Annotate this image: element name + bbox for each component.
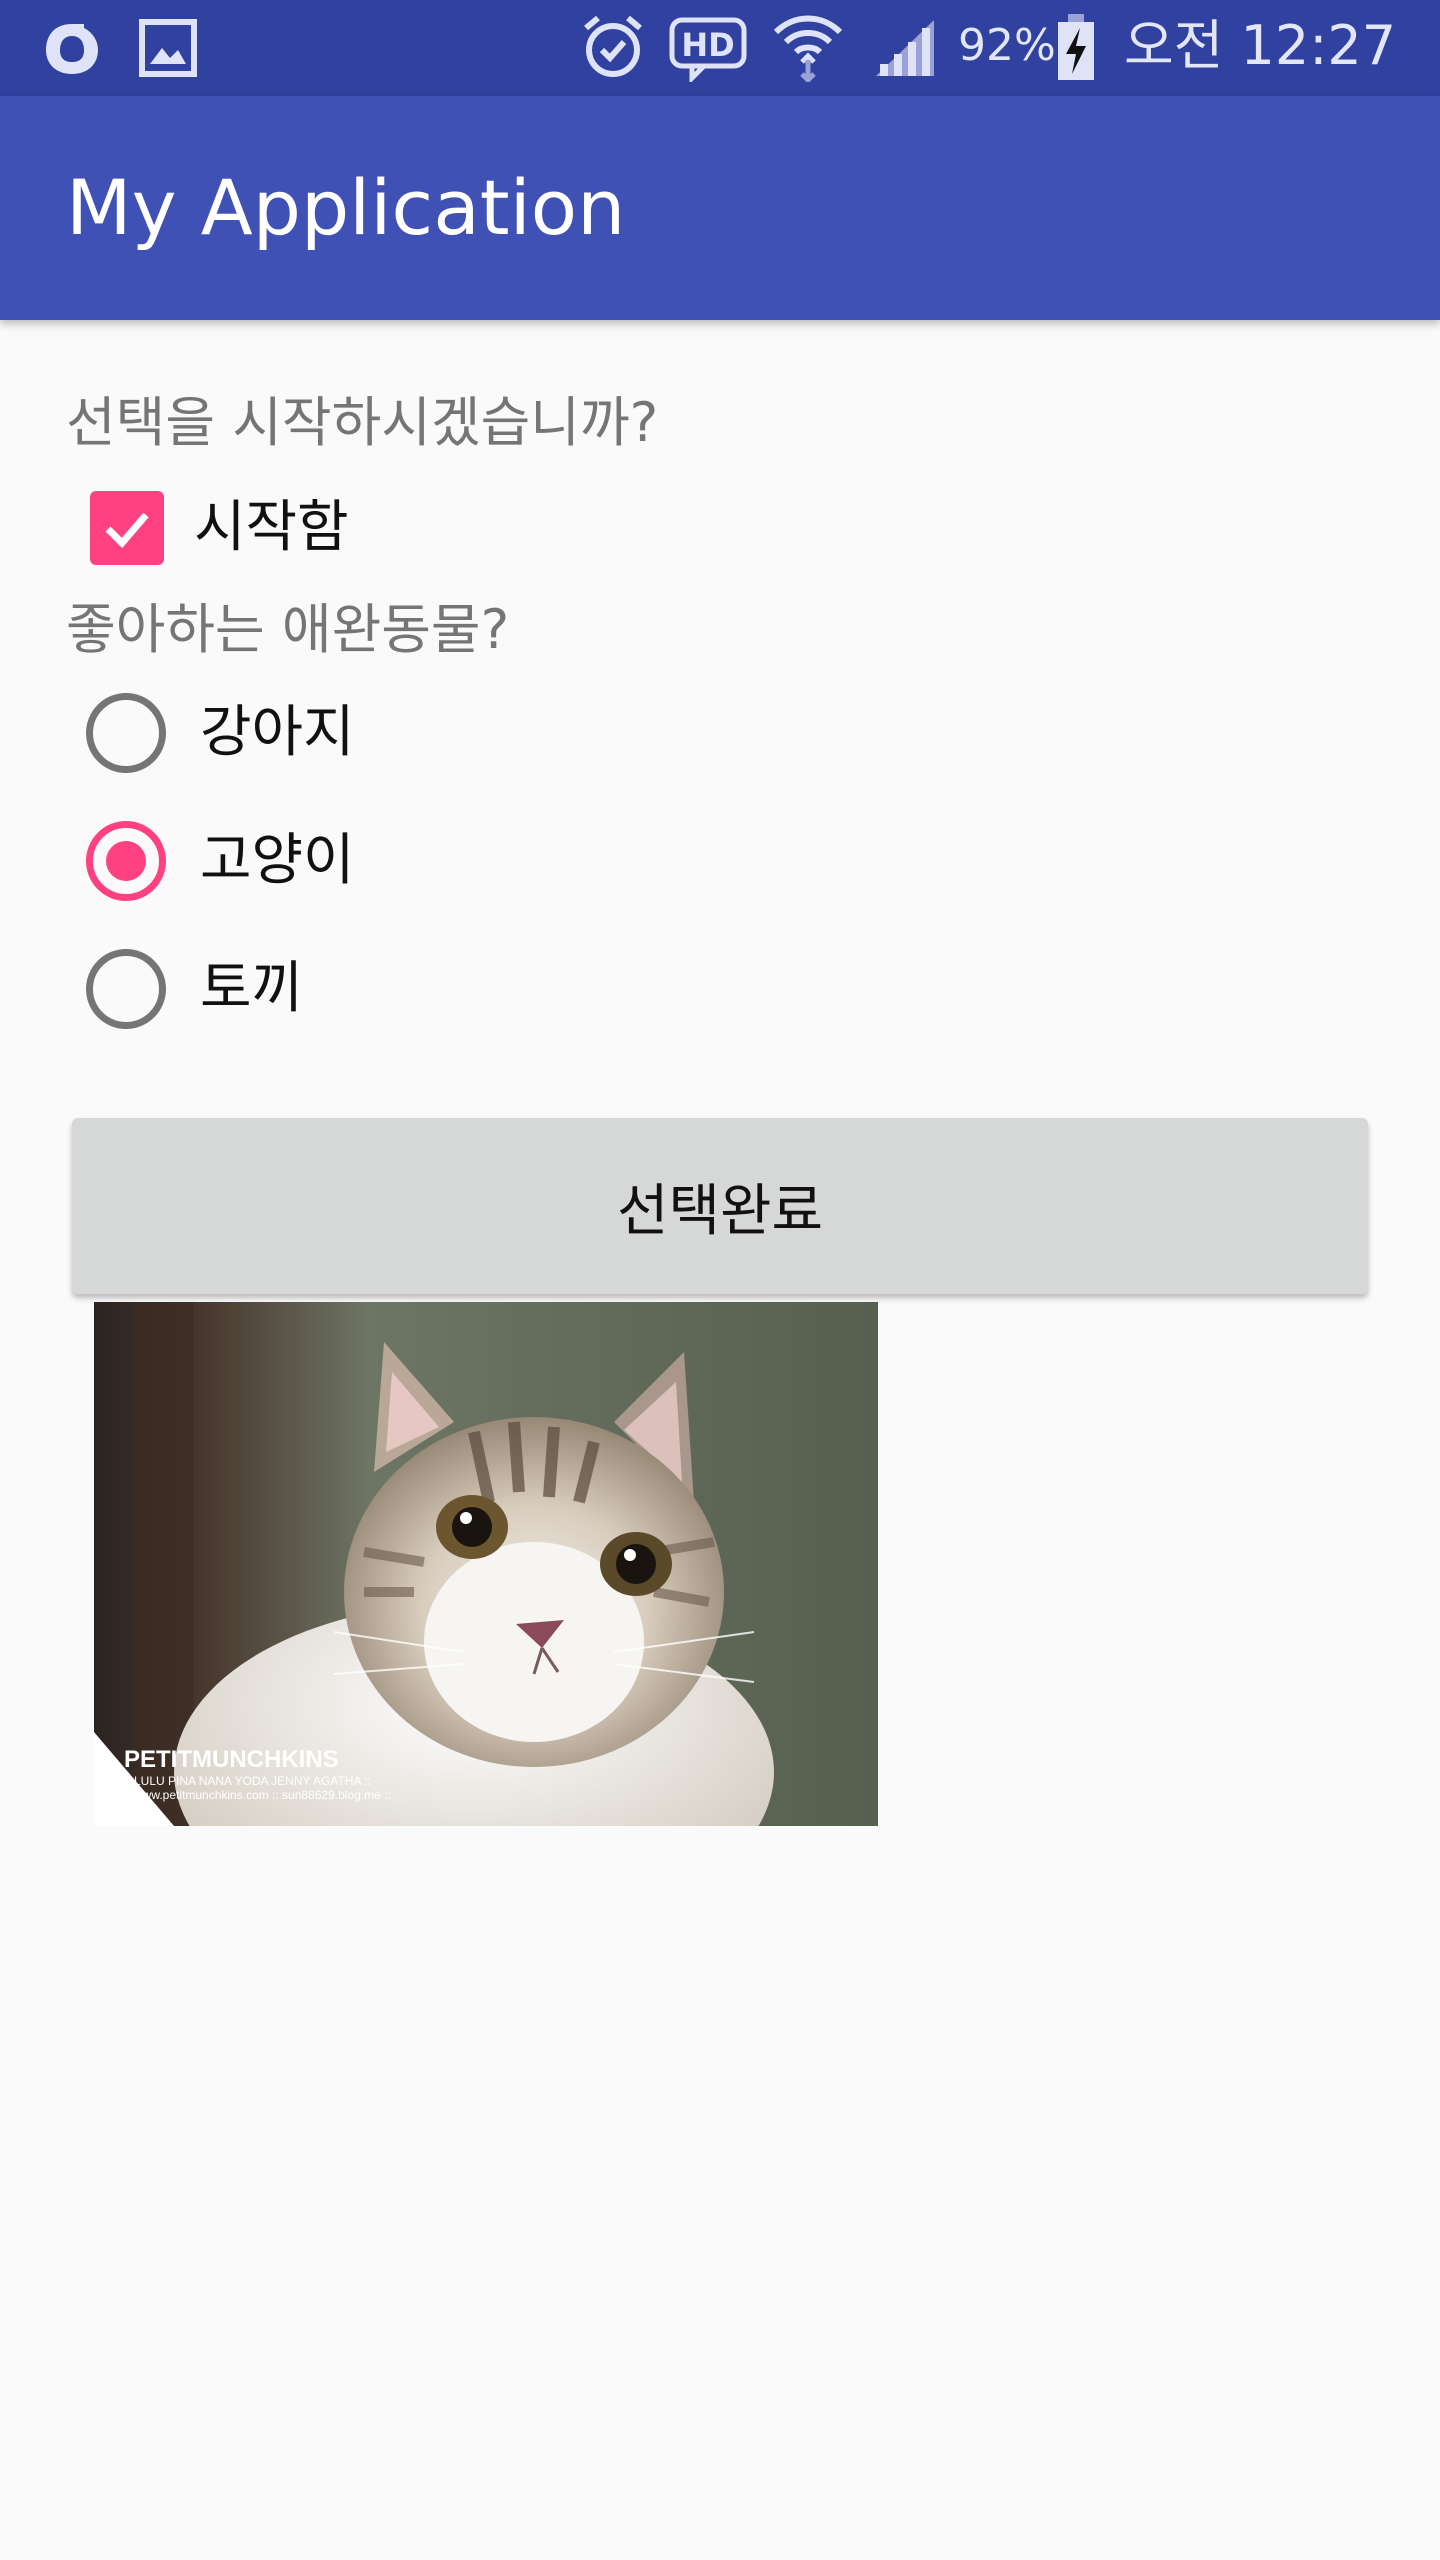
clock: 오전 12:27 — [1124, 14, 1397, 77]
signal-icon — [876, 20, 934, 76]
submit-button[interactable]: 선택완료 — [72, 1118, 1368, 1294]
carrier-o-icon — [46, 24, 98, 74]
wifi-icon — [773, 15, 843, 82]
battery-charging-icon — [1058, 14, 1094, 80]
watermark-title: PETITMUNCHKINS — [124, 1746, 339, 1773]
question-start: 선택을 시작하시겠습니까? — [66, 391, 659, 454]
alarm-icon — [584, 15, 642, 77]
radio-label: 강아지 — [200, 700, 355, 765]
checkbox-label: 시작함 — [194, 495, 349, 560]
app-bar: My Application — [0, 96, 1440, 320]
question-pet: 좋아하는 애완동물? — [66, 598, 510, 661]
radio-option-dog[interactable]: 강아지 — [70, 678, 670, 788]
watermark-line1: :: LULU PINA NANA YODA JENNY AGATHA :: — [124, 1774, 371, 1788]
radio-unchecked-icon[interactable] — [86, 693, 166, 773]
watermark-line2: :: www.petitmunchkins.com :: sun88629.bl… — [124, 1788, 391, 1802]
hd-icon: HD — [669, 17, 747, 82]
radio-option-rabbit[interactable]: 토끼 — [70, 934, 670, 1044]
battery-percent: 92% — [958, 20, 1056, 71]
radio-option-cat[interactable]: 고양이 — [70, 806, 670, 916]
radio-unchecked-icon[interactable] — [86, 949, 166, 1029]
radio-dot — [106, 841, 146, 881]
status-bar: HD 92% 오전 12:27 — [0, 0, 1440, 96]
checkbox-checked-icon[interactable] — [90, 491, 164, 565]
radio-label: 토끼 — [200, 956, 304, 1021]
image-watermark: PETITMUNCHKINS :: LULU PINA NANA YODA JE… — [124, 1746, 391, 1802]
checkmark-icon — [105, 512, 149, 549]
gallery-icon — [139, 19, 197, 77]
svg-text:HD: HD — [681, 26, 734, 64]
radio-label: 고양이 — [200, 828, 355, 893]
pet-image: PETITMUNCHKINS :: LULU PINA NANA YODA JE… — [94, 1302, 878, 1826]
app-title: My Application — [66, 163, 626, 252]
start-checkbox[interactable]: 시작함 — [70, 478, 670, 578]
radio-checked-icon[interactable] — [86, 821, 166, 901]
